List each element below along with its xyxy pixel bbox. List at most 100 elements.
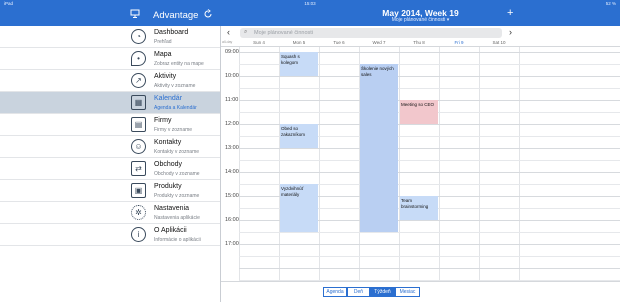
sidebar-item-sublabel: Firmy v zozname	[154, 127, 193, 133]
day-header-row: Sun 4 Mon 5 Tue 6 Wed 7 Thu 8 Fri 9 Sat 10	[221, 39, 620, 47]
time-label: 09:00	[225, 49, 239, 55]
status-bar: iPad 15:03 52 %	[0, 0, 620, 8]
time-label: 17:00	[225, 241, 239, 247]
sidebar: ◔ Dashboard Prehľad • Mapa Zobraz entity…	[0, 26, 221, 302]
search-icon: ⌕	[244, 29, 248, 35]
view-switcher: Agenda Deň Týždeň Mesiac	[221, 281, 620, 302]
sidebar-item-label: Nastavenia	[154, 205, 190, 212]
day-header: Sat 10	[492, 40, 506, 45]
deals-icon: ⇄	[131, 161, 146, 176]
grid-column-line	[439, 47, 440, 281]
app-title: Advantage	[153, 10, 199, 21]
time-label: 13:00	[225, 145, 239, 151]
sidebar-item-o-aplikacii[interactable]: i O Aplikácii Informácie o aplikácii	[0, 224, 220, 246]
calendar-event[interactable]: Team brainstorming	[400, 196, 438, 220]
clock: 15:03	[304, 1, 316, 6]
calendar-event[interactable]: Vyzdvihnúť materiály	[280, 184, 318, 232]
sidebar-item-sublabel: Nastavenia aplikácie	[154, 215, 200, 221]
sidebar-item-sublabel: Informácie o aplikácii	[154, 237, 201, 243]
sidebar-item-mapa[interactable]: • Mapa Zobraz entity na mape	[0, 48, 220, 70]
sidebar-item-sublabel: Zobraz entity na mape	[154, 61, 204, 67]
dashboard-icon: ◔	[131, 29, 146, 44]
sidebar-item-label: Kontakty	[154, 139, 182, 146]
sidebar-item-sublabel: Produkty v zozname	[154, 193, 200, 199]
sidebar-item-obchody[interactable]: ⇄ Obchody Obchody v zozname	[0, 158, 220, 180]
app-screen: iPad 15:03 52 % Advantage May 2014, Week…	[0, 0, 620, 302]
company-icon: ▤	[131, 117, 146, 132]
grid-row-line	[239, 268, 620, 269]
battery-level: 52 %	[605, 1, 616, 6]
day-header: Mon 5	[292, 40, 306, 45]
time-label: 10:00	[225, 73, 239, 79]
sidebar-item-label: O Aplikácii	[154, 227, 187, 234]
search-placeholder: Moje plánované činnosti	[254, 30, 314, 36]
grid-column-line	[239, 47, 240, 281]
map-pin-icon: •	[131, 51, 146, 66]
sidebar-item-label: Obchody	[154, 161, 183, 168]
week-grid[interactable]: 09:00 10:00 11:00 12:00 13:00 14:00 15:00 16:00…	[221, 47, 620, 281]
time-label: 11:00	[225, 97, 239, 103]
sidebar-item-kontakty[interactable]: ☺ Kontakty Kontakty v zozname	[0, 136, 220, 158]
sidebar-item-kalendar[interactable]: ▦ Kalendár Agenda a Kalendár	[0, 92, 220, 114]
calendar-event[interactable]: Školenie nových sales	[360, 64, 398, 232]
sidebar-item-label: Dashboard	[154, 29, 189, 36]
grid-column-line	[519, 47, 520, 281]
sidebar-item-dashboard[interactable]: ◔ Dashboard Prehľad	[0, 26, 220, 48]
activity-icon: ↗	[131, 73, 146, 88]
day-header: Wed 7	[372, 40, 386, 45]
refresh-icon[interactable]	[203, 9, 213, 21]
sidebar-item-sublabel: Aktivity v zozname	[154, 83, 196, 89]
calendar-event[interactable]: Obed so zakazníkom	[280, 124, 318, 148]
grid-column-line	[279, 47, 280, 281]
day-header: Sun 4	[253, 40, 265, 45]
sidebar-item-nastavenia[interactable]: ✲ Nastavenia Nastavenia aplikácie	[0, 202, 220, 224]
grid-row-line	[239, 160, 620, 161]
time-label: 12:00	[225, 121, 239, 127]
allday-label: all-day	[222, 40, 233, 44]
grid-column-line	[319, 47, 320, 281]
sidebar-item-label: Produkty	[154, 183, 182, 190]
add-icon[interactable]: +	[507, 8, 513, 19]
sidebar-item-produkty[interactable]: ▣ Produkty Produkty v zozname	[0, 180, 220, 202]
grid-row-line	[239, 172, 620, 173]
tab-tyzden[interactable]: Týždeň	[370, 287, 395, 297]
grid-column-line	[399, 47, 400, 281]
tab-mesiac[interactable]: Mesiac	[395, 287, 420, 297]
grid-row-line	[239, 256, 620, 257]
day-header: Fri 9	[454, 40, 464, 45]
time-label: 15:00	[225, 193, 239, 199]
monitor-icon[interactable]	[130, 9, 140, 20]
grid-row-line	[239, 148, 620, 149]
info-icon: i	[131, 227, 146, 242]
sidebar-item-label: Kalendár	[154, 95, 183, 102]
sidebar-item-sublabel: Agenda a Kalendár	[154, 105, 197, 111]
chevron-right-icon[interactable]: ›	[509, 27, 512, 37]
tab-agenda[interactable]: Agenda	[323, 287, 347, 297]
day-header: Tue 6	[333, 40, 345, 45]
sidebar-item-sublabel: Obchody v zozname	[154, 171, 200, 177]
grid-row-line	[239, 76, 620, 77]
sidebar-item-label: Aktivity	[154, 73, 177, 80]
calendar-event[interactable]: Squash s kolegom	[280, 52, 318, 76]
filter-selector[interactable]: Moje plánované činnosti ▾	[221, 17, 620, 23]
contact-icon: ☺	[131, 139, 146, 154]
time-label: 14:00	[225, 169, 239, 175]
day-header: Thu 8	[413, 40, 425, 45]
grid-row-line	[239, 88, 620, 89]
sidebar-item-firmy[interactable]: ▤ Firmy Firmy v zozname	[0, 114, 220, 136]
sidebar-item-label: Mapa	[154, 51, 172, 58]
tab-den[interactable]: Deň	[347, 287, 370, 297]
sidebar-item-label: Firmy	[154, 117, 172, 124]
grid-column-line	[479, 47, 480, 281]
chevron-left-icon[interactable]: ‹	[227, 27, 230, 37]
search-input[interactable]: ⌕ Moje plánované činnosti	[240, 28, 502, 38]
calendar-event[interactable]: Meeting so CEO	[400, 100, 438, 124]
calendar-icon: ▦	[131, 95, 146, 110]
grid-row-line	[239, 244, 620, 245]
gear-icon: ✲	[131, 205, 146, 220]
sidebar-item-sublabel: Prehľad	[154, 39, 172, 45]
product-icon: ▣	[131, 183, 146, 198]
sidebar-item-aktivity[interactable]: ↗ Aktivity Aktivity v zozname	[0, 70, 220, 92]
time-label: 16:00	[225, 217, 239, 223]
grid-row-line	[239, 232, 620, 233]
